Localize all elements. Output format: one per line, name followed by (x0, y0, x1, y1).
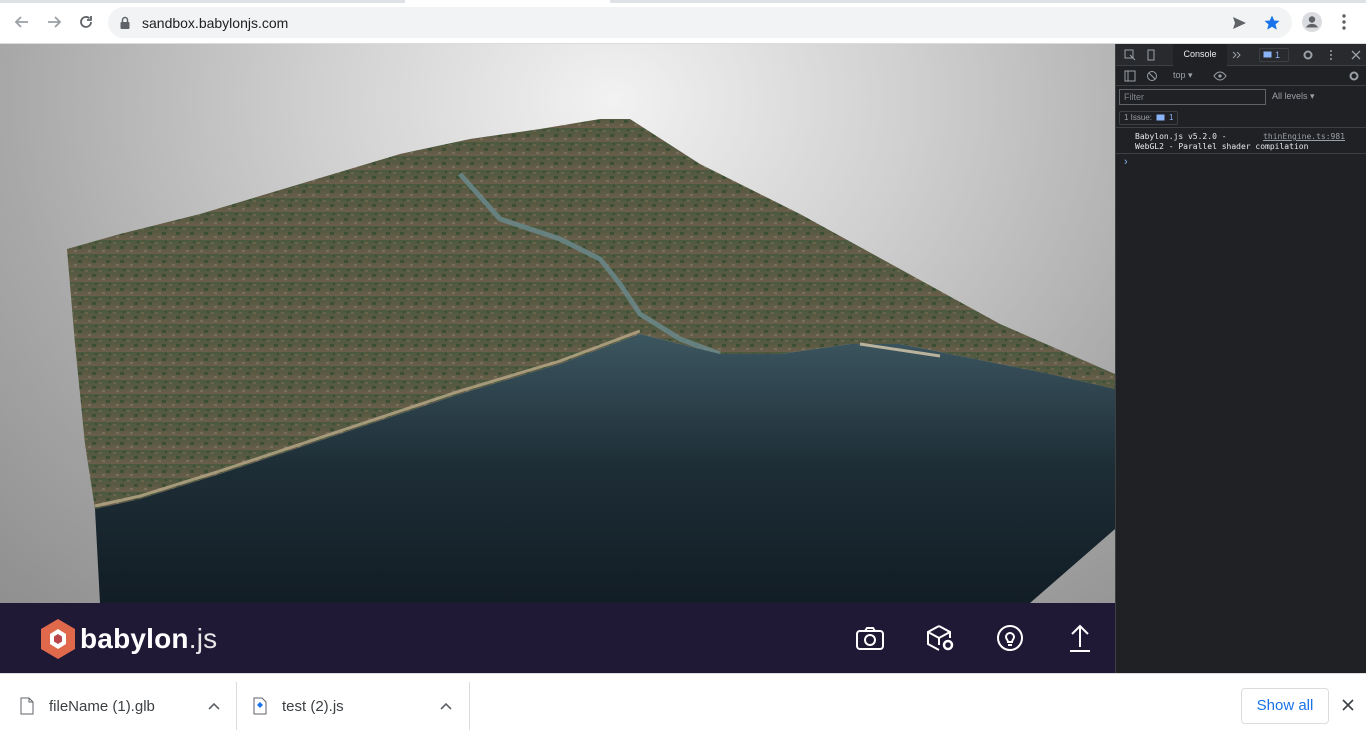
bookmark-star-icon[interactable] (1263, 14, 1281, 32)
separator (469, 682, 470, 730)
issues-row: 1 Issue: 1 (1116, 108, 1366, 128)
more-tabs-icon[interactable] (1230, 48, 1244, 62)
show-all-button[interactable]: Show all (1241, 688, 1329, 724)
close-shelf-button[interactable] (1337, 694, 1359, 716)
camera-icon (856, 627, 884, 650)
log-message-line2: WebGL2 - Parallel shader compilation (1135, 142, 1309, 151)
brand-name: babylon (80, 623, 189, 654)
console-settings-icon[interactable] (1347, 69, 1361, 83)
issues-count: 1 (1169, 113, 1174, 122)
browser-menu-button[interactable] (1332, 10, 1356, 34)
message-icon (1156, 114, 1165, 120)
context-selector[interactable]: top ▾ (1173, 70, 1193, 81)
back-button[interactable] (10, 10, 34, 34)
babylon-footer: babylon.js (0, 603, 1115, 673)
download-item[interactable]: test (2).js (253, 681, 344, 731)
issues-badge[interactable]: 1 (1259, 48, 1289, 62)
more-vertical-icon (1342, 14, 1346, 30)
lightbulb-icon (997, 625, 1023, 651)
inspector-settings-button[interactable] (923, 621, 957, 655)
device-toolbar-icon[interactable] (1144, 48, 1158, 62)
url-text[interactable]: sandbox.babylonjs.com (142, 15, 288, 31)
tab-strip (0, 0, 1366, 3)
devtools-close-icon[interactable] (1349, 48, 1363, 62)
console-filter-input[interactable]: Filter (1119, 89, 1266, 105)
console-toolbar: top ▾ (1116, 66, 1366, 86)
forward-button[interactable] (42, 10, 66, 34)
live-expression-eye-icon[interactable] (1213, 69, 1227, 83)
arrow-left-icon (14, 16, 28, 28)
babylon-brand: babylon.js (80, 623, 217, 655)
download-item[interactable]: fileName (1).glb (20, 681, 155, 731)
log-levels-dropdown[interactable]: All levels ▾ (1272, 91, 1315, 102)
message-icon (1263, 51, 1272, 57)
environment-button[interactable] (993, 621, 1027, 655)
lock-icon[interactable] (116, 14, 134, 32)
upload-button[interactable] (1063, 621, 1097, 655)
screenshot-button[interactable] (853, 621, 887, 655)
devtools-panel: Console 1 top ▾ Filter All levels ▾ 1 Is… (1115, 44, 1366, 673)
address-bar[interactable]: sandbox.babylonjs.com (108, 7, 1292, 38)
file-icon (20, 697, 34, 715)
download-options-button[interactable] (434, 694, 458, 718)
terrain-scene (67, 119, 1115, 603)
js-file-icon (253, 697, 267, 715)
download-filename: fileName (1).glb (49, 697, 155, 715)
reload-button[interactable] (74, 10, 98, 34)
babylon-logo-icon (41, 619, 75, 659)
issues-link[interactable]: 1 Issue: 1 (1119, 111, 1179, 125)
inspect-element-icon[interactable] (1123, 48, 1137, 62)
devtools-tabbar: Console 1 (1116, 44, 1366, 66)
close-icon (1342, 699, 1354, 711)
send-icon[interactable] (1230, 14, 1248, 32)
arrow-right-icon (48, 16, 62, 28)
separator (236, 682, 237, 730)
issues-badge-count: 1 (1275, 50, 1281, 60)
cube-gear-icon (927, 625, 954, 651)
log-source-link[interactable]: thinEngine.ts:981 (1263, 132, 1345, 141)
avatar-icon (1302, 12, 1322, 32)
console-prompt[interactable]: › (1124, 156, 1128, 168)
clear-console-icon[interactable] (1145, 69, 1159, 83)
issues-label: 1 Issue: (1124, 113, 1153, 122)
download-shelf: fileName (1).glb test (2).js Show all (0, 673, 1366, 737)
render-canvas[interactable] (0, 44, 1115, 603)
brand-ext: .js (188, 623, 218, 654)
download-filename: test (2).js (282, 697, 344, 715)
console-log-entry: Babylon.js v5.2.0 - WebGL2 - Parallel sh… (1116, 130, 1366, 154)
chevron-up-icon (440, 702, 452, 710)
sidebar-toggle-icon[interactable] (1123, 69, 1137, 83)
log-message-line1: Babylon.js v5.2.0 - (1135, 132, 1227, 141)
active-tab[interactable] (405, 0, 610, 3)
chevron-up-icon (208, 702, 220, 710)
upload-icon (1070, 624, 1090, 652)
devtools-menu-icon[interactable] (1324, 48, 1338, 62)
browser-toolbar: sandbox.babylonjs.com (0, 0, 1366, 44)
tab-console[interactable]: Console (1173, 44, 1227, 66)
settings-gear-icon[interactable] (1301, 48, 1315, 62)
download-options-button[interactable] (202, 694, 226, 718)
reload-icon (80, 16, 92, 28)
profile-button[interactable] (1300, 10, 1324, 34)
